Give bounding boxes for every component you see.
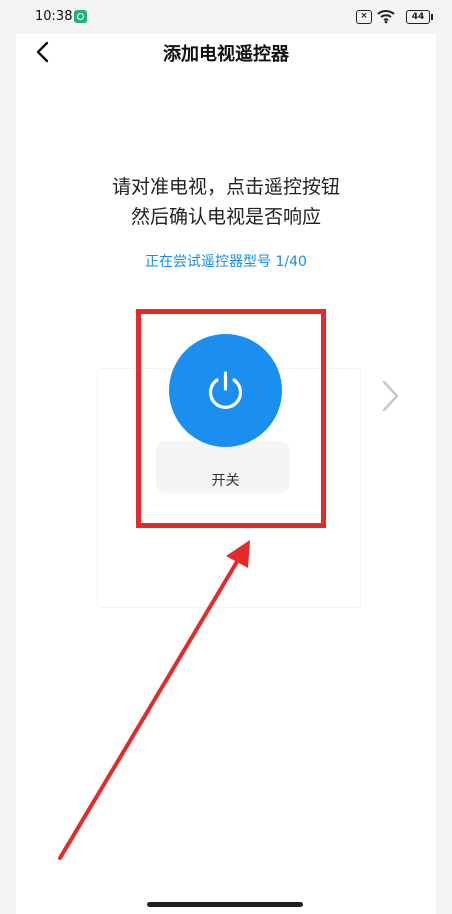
status-time: 10:38: [35, 9, 73, 24]
no-sim-icon: ×: [356, 10, 372, 24]
app-notification-icon: [74, 10, 87, 23]
model-attempt-status: 正在尝试遥控器型号 1/40: [145, 254, 307, 270]
instruction-line-1: 请对准电视，点击遥控按钮: [111, 176, 340, 198]
home-indicator[interactable]: [147, 902, 303, 907]
page-title: 添加电视遥控器: [163, 44, 289, 65]
instruction-line-2: 然后确认电视是否响应: [130, 206, 321, 228]
power-icon: [208, 371, 243, 409]
battery-icon: 44: [406, 10, 433, 24]
power-button-label: 开关: [211, 473, 240, 489]
chevron-right-icon: [382, 380, 399, 412]
next-model-button[interactable]: [378, 378, 402, 414]
instruction-text: 请对准电视，点击遥控按钮 然后确认电视是否响应: [0, 172, 452, 232]
power-button[interactable]: [169, 334, 282, 447]
status-bar: 10:38 × 44: [0, 0, 452, 34]
wifi-icon: [377, 10, 395, 24]
